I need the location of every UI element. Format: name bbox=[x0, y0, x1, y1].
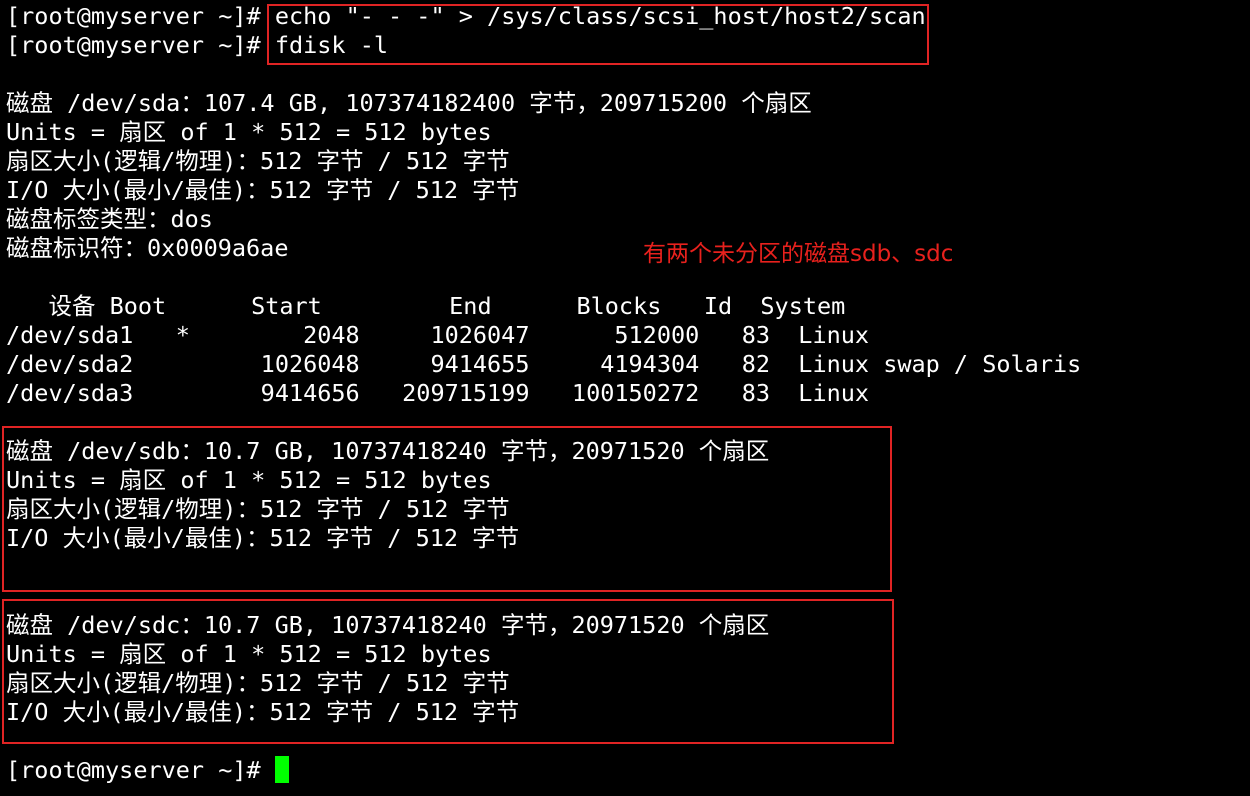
shell-prompt: [root@myserver ~]# bbox=[6, 31, 261, 59]
commands-highlight-box bbox=[267, 4, 929, 65]
partition-table-header: 设备 Boot Start End Blocks Id System bbox=[6, 292, 846, 320]
terminal-cursor[interactable] bbox=[274, 756, 289, 783]
disk-io-size: I/O 大小(最小/最佳)：512 字节 / 512 字节 bbox=[6, 176, 520, 204]
sdc-highlight-box bbox=[2, 599, 894, 744]
shell-prompt: [root@myserver ~]# bbox=[6, 756, 261, 784]
sdb-highlight-box bbox=[2, 426, 892, 592]
partition-row: /dev/sda1 * 2048 1026047 512000 83 Linux bbox=[6, 321, 870, 349]
partition-row: /dev/sda3 9414656 209715199 100150272 83… bbox=[6, 379, 870, 407]
shell-prompt: [root@myserver ~]# bbox=[6, 2, 261, 30]
partition-row: /dev/sda2 1026048 9414655 4194304 82 Lin… bbox=[6, 350, 1082, 378]
disk-label-type: 磁盘标签类型：dos bbox=[6, 205, 213, 233]
active-prompt-line[interactable]: [root@myserver ~]# bbox=[6, 756, 1246, 785]
unpartitioned-disks-annotation: 有两个未分区的磁盘sdb、sdc bbox=[643, 241, 954, 267]
disk-identifier: 磁盘标识符：0x0009a6ae bbox=[6, 234, 289, 262]
disk-header: 磁盘 /dev/sda：107.4 GB, 107374182400 字节，20… bbox=[6, 89, 812, 117]
disk-sector-size: 扇区大小(逻辑/物理)：512 字节 / 512 字节 bbox=[6, 147, 510, 175]
disk-sda-info: 磁盘 /dev/sda：107.4 GB, 107374182400 字节，20… bbox=[6, 89, 1246, 263]
partition-table: 设备 Boot Start End Blocks Id System /dev/… bbox=[6, 292, 1246, 408]
disk-units: Units = 扇区 of 1 * 512 = 512 bytes bbox=[6, 118, 492, 146]
